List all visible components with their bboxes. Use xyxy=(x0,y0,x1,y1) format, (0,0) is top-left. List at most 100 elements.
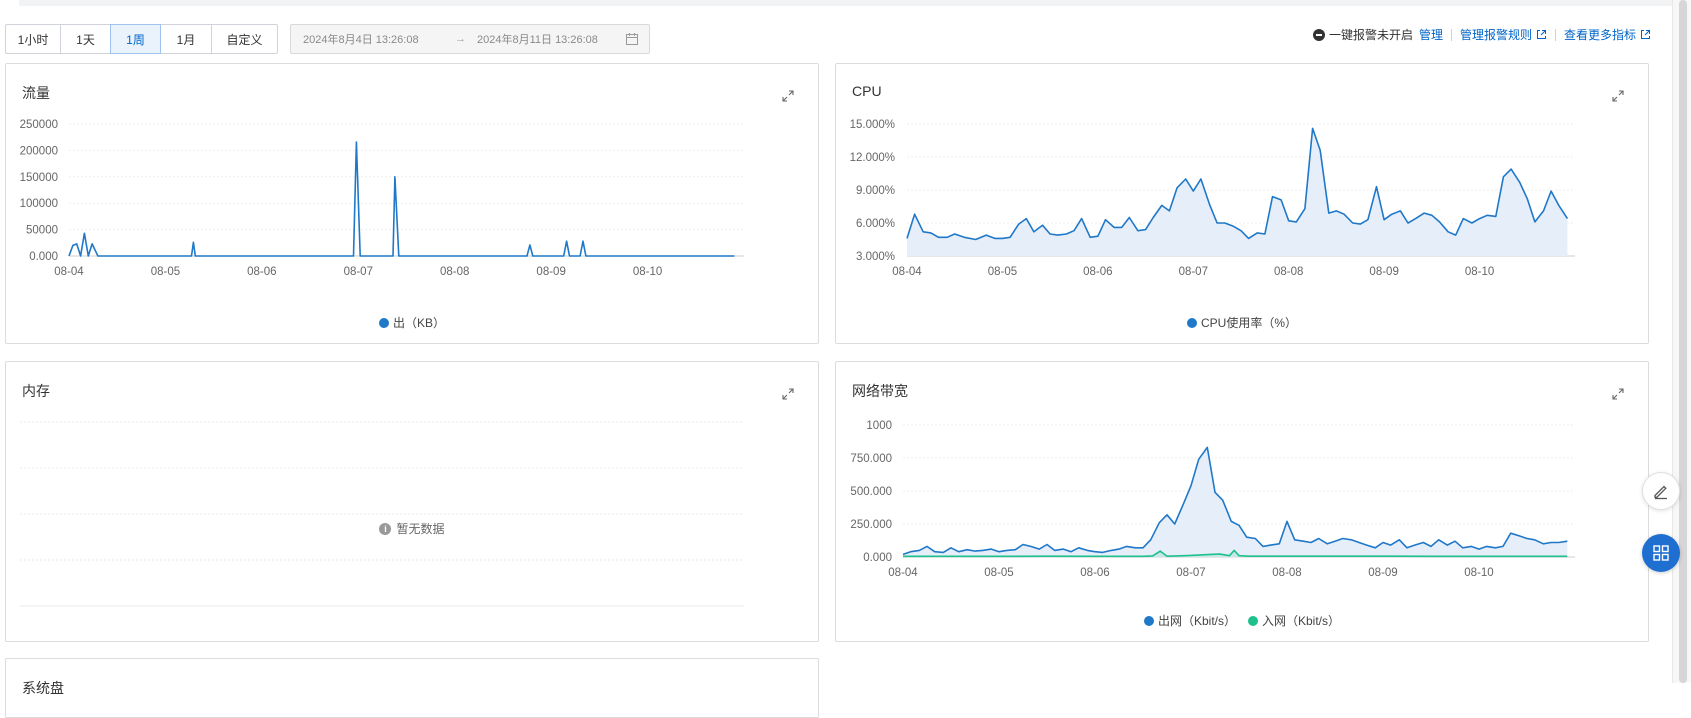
legend-item[interactable]: 出网（Kbit/s） xyxy=(1143,612,1236,629)
legend-label: CPU使用率（%） xyxy=(1200,316,1297,330)
y-tick-label: 100000 xyxy=(20,198,58,210)
x-tick-label: 08-05 xyxy=(988,266,1017,278)
y-tick-label: 50000 xyxy=(26,225,58,237)
scrollbar-thumb[interactable] xyxy=(1679,0,1687,683)
legend-dot xyxy=(1186,317,1197,328)
time-range-buttons: 1小时 1天 1周 1月 自定义 xyxy=(5,24,278,54)
calendar-icon[interactable] xyxy=(625,32,639,46)
traffic-panel: 250000 200000 150000 100000 50000 0.000 08-04 0… xyxy=(5,63,819,344)
panel-title: 网络带宽 xyxy=(852,383,908,399)
memory-chart xyxy=(20,421,744,607)
expand-icon[interactable] xyxy=(782,90,794,102)
panel-title: 流量 xyxy=(22,85,50,101)
memory-panel: 内存 i 暂无数据 xyxy=(5,361,819,642)
legend-dot xyxy=(1143,615,1154,626)
legend-label: 入网（Kbit/s） xyxy=(1262,614,1341,628)
x-tick-label: 08-09 xyxy=(536,266,565,278)
legend-dot xyxy=(1248,615,1258,626)
x-tick-label: 08-06 xyxy=(247,266,276,278)
time-button-1m[interactable]: 1月 xyxy=(160,24,212,54)
external-link-icon[interactable] xyxy=(1640,29,1651,40)
divider xyxy=(1450,28,1452,41)
bandwidth-legend: 出网（Kbit/s） 入网（Kbit/s） xyxy=(836,612,1648,629)
legend-label: 出（KB） xyxy=(392,316,445,330)
x-tick-label: 08-10 xyxy=(1464,567,1493,579)
x-tick-label: 08-10 xyxy=(1465,266,1494,278)
x-tick-label: 08-05 xyxy=(151,266,180,278)
time-button-custom[interactable]: 自定义 xyxy=(211,24,278,54)
no-data-message: i 暂无数据 xyxy=(6,520,818,537)
alert-rules-link[interactable]: 管理报警规则 xyxy=(1460,26,1532,43)
series-area xyxy=(907,128,1568,256)
series-area xyxy=(903,447,1568,557)
more-metrics-link[interactable]: 查看更多指标 xyxy=(1564,26,1636,43)
bandwidth-panel: 1000 750.000 500.000 250.000 0.000 08-04 08-05… xyxy=(835,361,1649,642)
y-tick-label: 250.000 xyxy=(850,519,892,531)
panel-title: 系统盘 xyxy=(22,680,64,696)
cpu-panel: 15.000% 12.000% 9.000% 6.000% 3.000% 08-04 08-… xyxy=(835,63,1649,344)
x-tick-label: 08-04 xyxy=(54,266,84,278)
range-arrow: → xyxy=(455,33,466,45)
legend-dot xyxy=(378,317,389,328)
range-start: 2024年8月4日 13:26:08 xyxy=(303,34,419,46)
x-tick-label: 08-04 xyxy=(888,567,918,579)
system-disk-panel: 系统盘 xyxy=(5,658,819,718)
alert-off-icon xyxy=(1312,28,1325,41)
x-tick-label: 08-07 xyxy=(1176,567,1205,579)
y-tick-label: 15.000% xyxy=(850,119,895,131)
info-icon: i xyxy=(379,522,392,535)
legend-item[interactable]: CPU使用率（%） xyxy=(1186,314,1297,331)
y-tick-label: 500.000 xyxy=(850,486,892,498)
time-button-1w[interactable]: 1周 xyxy=(110,24,161,54)
traffic-chart: 250000 200000 150000 100000 50000 0.000 08-04 0… xyxy=(20,119,744,278)
expand-icon[interactable] xyxy=(1612,388,1624,400)
y-tick-label: 1000 xyxy=(866,420,892,432)
edit-button[interactable] xyxy=(1642,472,1680,510)
y-tick-label: 0.000 xyxy=(863,552,892,564)
no-data-text: 暂无数据 xyxy=(396,522,445,536)
apps-button[interactable] xyxy=(1642,534,1680,572)
x-tick-label: 08-07 xyxy=(344,266,373,278)
external-link-icon[interactable] xyxy=(1536,29,1547,40)
range-end: 2024年8月11日 13:26:08 xyxy=(477,34,598,46)
bandwidth-chart: 1000 750.000 500.000 250.000 0.000 08-04 08-05… xyxy=(850,420,1575,579)
x-tick-label: 08-07 xyxy=(1179,266,1208,278)
legend-label: 出网（Kbit/s） xyxy=(1157,614,1236,628)
alert-status-text: 一键报警未开启 xyxy=(1328,28,1413,42)
legend-item[interactable]: 入网（Kbit/s） xyxy=(1248,612,1340,629)
expand-icon[interactable] xyxy=(782,388,794,400)
x-tick-label: 08-06 xyxy=(1083,266,1112,278)
panel-title: 内存 xyxy=(22,383,50,399)
x-tick-label: 08-08 xyxy=(1272,567,1301,579)
traffic-legend: 出（KB） xyxy=(6,314,818,331)
x-tick-label: 08-09 xyxy=(1369,266,1398,278)
top-strip xyxy=(19,0,1682,6)
cpu-chart: 15.000% 12.000% 9.000% 6.000% 3.000% 08-04 08-… xyxy=(850,119,1575,278)
y-tick-label: 9.000% xyxy=(856,185,895,197)
x-tick-label: 08-08 xyxy=(440,266,469,278)
time-button-1d[interactable]: 1天 xyxy=(60,24,111,54)
y-tick-label: 250000 xyxy=(20,119,58,131)
y-tick-label: 200000 xyxy=(20,145,58,157)
y-tick-label: 12.000% xyxy=(850,152,895,164)
y-tick-label: 3.000% xyxy=(856,251,895,263)
cpu-legend: CPU使用率（%） xyxy=(836,314,1648,331)
y-tick-label: 6.000% xyxy=(856,218,895,230)
x-tick-label: 08-08 xyxy=(1274,266,1303,278)
expand-icon[interactable] xyxy=(1612,90,1624,102)
x-tick-label: 08-06 xyxy=(1080,567,1109,579)
grid-icon xyxy=(1653,545,1669,561)
panel-title: CPU xyxy=(852,83,882,99)
legend-item[interactable]: 出（KB） xyxy=(378,314,445,331)
y-tick-label: 150000 xyxy=(20,172,58,184)
alert-manage-link[interactable]: 管理 xyxy=(1419,26,1443,43)
x-tick-label: 08-04 xyxy=(892,266,922,278)
time-button-1h[interactable]: 1小时 xyxy=(5,24,61,54)
series-line xyxy=(68,141,735,257)
date-range-picker[interactable]: 2024年8月4日 13:26:08 → 2024年8月11日 13:26:08 xyxy=(290,24,650,54)
divider xyxy=(1554,28,1556,41)
x-tick-label: 08-10 xyxy=(633,266,662,278)
x-tick-label: 08-05 xyxy=(984,567,1013,579)
x-tick-label: 08-09 xyxy=(1368,567,1397,579)
y-tick-label: 750.000 xyxy=(850,453,892,465)
